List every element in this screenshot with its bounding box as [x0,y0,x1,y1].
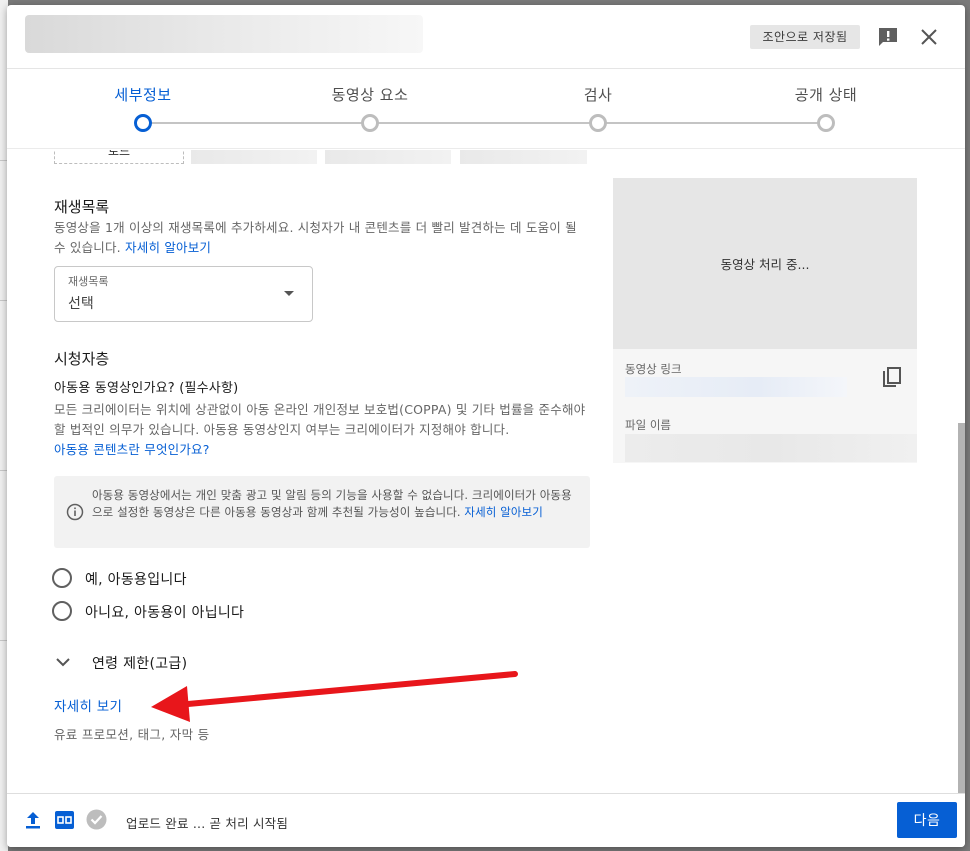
video-preview: 동영상 처리 중... [613,178,917,349]
playlist-description: 동영상을 1개 이상의 재생목록에 추가하세요. 시청자가 내 콘텐츠를 더 빨… [54,218,590,258]
kids-question: 아동용 동영상인가요? (필수사항) [54,381,239,396]
audience-title: 시청자층 [54,350,110,368]
annotation-arrow-icon [151,671,518,722]
details-form: 로드 재생목록 동영상을 1개 이상의 재생목록에 추가하세요. 시청자가 내 … [7,150,965,793]
file-name-label: 파일 이름 [625,418,671,432]
audience-description-text: 모든 크리에이터는 위치에 상관없이 아동 온라인 개인정보 보호법(COPPA… [54,402,586,437]
step-label: 검사 [583,86,613,104]
step-indicator [817,114,835,132]
radio-label: 아니요, 아동용이 아닙니다 [85,605,245,621]
playlist-select-value: 선택 [68,296,94,312]
step-indicator [361,114,379,132]
scrollbar-thumb[interactable] [958,423,965,793]
thumbnail-upload-button[interactable]: 로드 [54,150,184,164]
step-label: 세부정보 [114,86,172,104]
step-video-elements[interactable]: 동영상 요소 [290,69,450,149]
draft-status-badge: 조안으로 저장됨 [750,25,860,49]
chevron-down-icon [56,658,70,667]
video-link-label: 동영상 링크 [625,362,682,376]
radio-circle[interactable] [52,601,72,621]
playlist-select[interactable]: 재생목록 선택 [54,266,313,322]
step-indicator [589,114,607,132]
playlist-learn-more-link[interactable]: 자세히 알아보기 [125,240,211,255]
upload-icon [26,812,40,829]
progress-stepper: 세부정보 동영상 요소 검사 공개 상태 [7,69,965,149]
thumbnail-option[interactable] [325,150,451,164]
step-visibility[interactable]: 공개 상태 [746,69,906,149]
show-more-link[interactable]: 자세히 보기 [54,695,122,715]
dropdown-arrow-icon [284,291,294,296]
step-label: 공개 상태 [794,86,858,104]
close-icon[interactable] [918,26,940,48]
step-label: 동영상 요소 [331,86,409,104]
upload-dialog: 조안으로 저장됨 세부정보 동영상 요소 검사 공개 상태 로드 재생목록 동영… [7,5,965,847]
video-title-redacted [25,15,423,53]
hd-icon [55,811,74,829]
upload-status-text: 업로드 완료 ... 곧 처리 시작됨 [126,816,289,831]
copy-icon[interactable] [881,366,903,390]
radio-label: 예, 아동용입니다 [85,572,187,588]
stepper-track [144,122,829,124]
info-icon [66,503,84,521]
kids-content-link[interactable]: 아동용 콘텐츠란 무엇인가요? [54,442,210,457]
next-button[interactable]: 다음 [897,802,957,838]
dialog-footer: 업로드 완료 ... 곧 처리 시작됨 다음 [7,793,965,847]
step-details[interactable]: 세부정보 [63,69,223,149]
thumbnail-upload-label: 로드 [107,150,131,158]
dialog-header: 조안으로 저장됨 [7,5,965,69]
video-preview-panel: 동영상 처리 중... 동영상 링크 파일 이름 [613,178,917,463]
kids-info-text: 아동용 동영상에서는 개인 맞춤 광고 및 알림 등의 기능을 사용할 수 없습… [92,487,574,521]
step-indicator [134,114,152,132]
kids-info-learn-more-link[interactable]: 자세히 알아보기 [464,505,543,519]
thumbnail-option[interactable] [460,150,587,164]
processing-text: 동영상 처리 중... [720,257,810,272]
playlist-title: 재생목록 [54,198,110,216]
feedback-icon[interactable] [877,26,899,48]
playlist-select-caption: 재생목록 [68,275,109,288]
video-link-redacted[interactable] [625,377,847,397]
kids-info-box: 아동용 동영상에서는 개인 맞춤 광고 및 알림 등의 기능을 사용할 수 없습… [54,476,590,548]
file-name-redacted [625,434,917,462]
radio-circle[interactable] [52,568,72,588]
check-circle-icon [86,809,107,830]
step-checks[interactable]: 검사 [518,69,678,149]
audience-description: 모든 크리에이터는 위치에 상관없이 아동 온라인 개인정보 보호법(COPPA… [54,400,590,460]
thumbnail-option[interactable] [191,150,317,164]
